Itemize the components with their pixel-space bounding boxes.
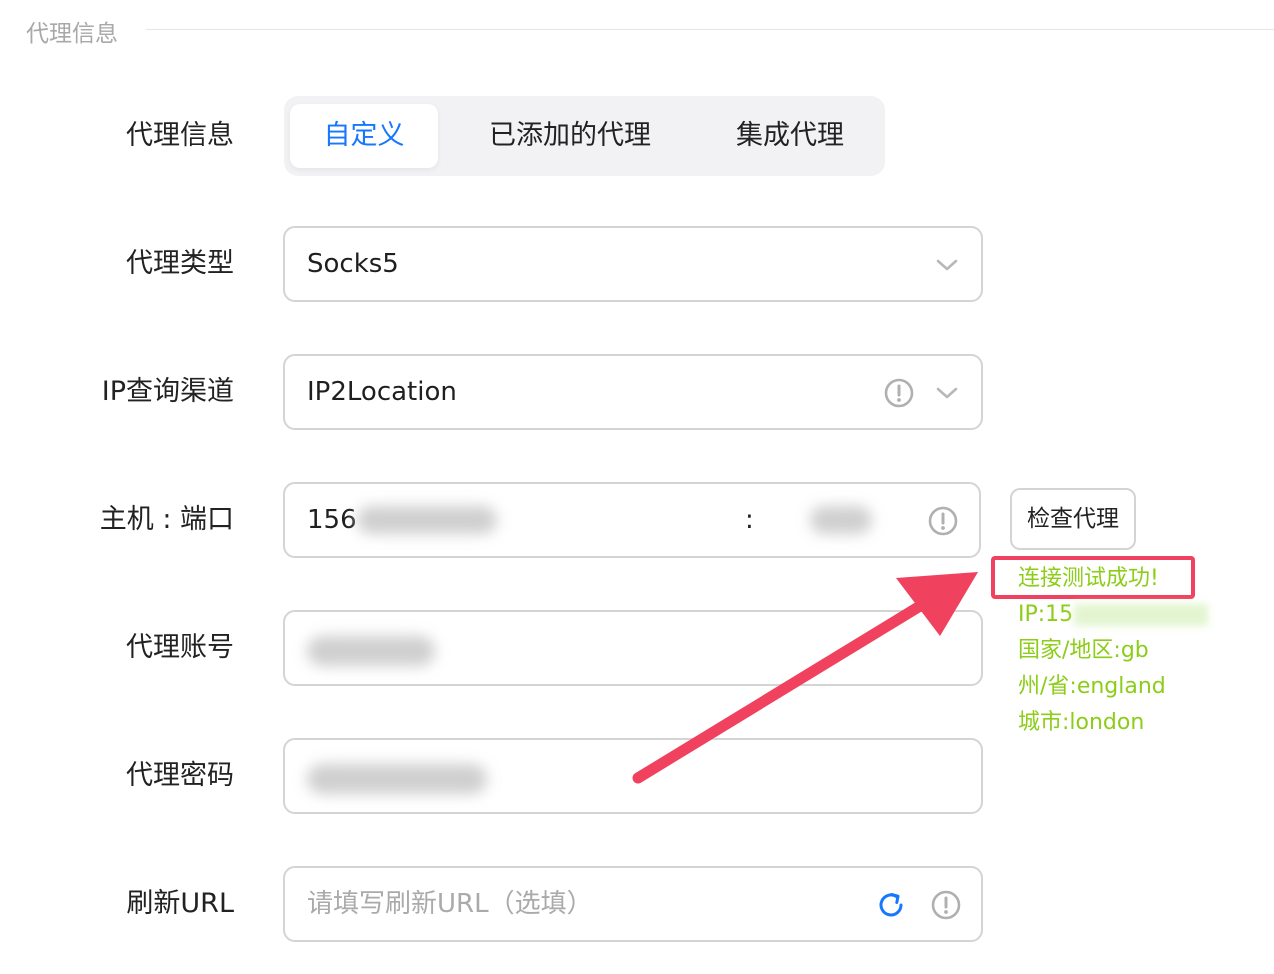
redacted-host [357,506,497,534]
proxy-account-input[interactable] [283,610,983,686]
account-label: 代理账号 [126,632,234,663]
chevron-down-icon [936,387,958,399]
refresh-url-input[interactable]: 请填写刷新URL（选填） [283,866,983,942]
port-separator: : [745,505,754,535]
redacted-account [307,636,435,666]
host-value: 156 [307,505,357,535]
proxy-type-label: 代理类型 [126,248,234,279]
result-country: 国家/地区:gb [1018,638,1149,663]
password-label: 代理密码 [126,760,234,791]
proxy-type-select[interactable]: Socks5 [283,226,983,302]
proxy-password-input[interactable] [283,738,983,814]
result-ip: IP:15 [1018,602,1074,627]
proxy-info-label: 代理信息 [126,120,234,151]
proxy-source-tabs: 自定义 已添加的代理 集成代理 [284,96,885,176]
proxy-type-value: Socks5 [307,249,399,279]
info-icon[interactable] [927,505,959,537]
redacted-ip [1074,604,1208,626]
section-divider [146,29,1274,30]
refresh-url-placeholder: 请填写刷新URL（选填） [307,889,593,919]
result-city: 城市:london [1018,710,1145,735]
refresh-url-label: 刷新URL [126,888,234,919]
tab-custom[interactable]: 自定义 [290,104,438,168]
ip-channel-value: IP2Location [307,377,457,407]
chevron-down-icon [936,259,958,271]
redacted-port [810,506,872,534]
highlight-box [991,556,1195,599]
ip-channel-label: IP查询渠道 [101,376,234,407]
tab-integrated-proxy[interactable]: 集成代理 [720,104,860,168]
host-port-label: 主机 : 端口 [99,504,234,535]
check-proxy-button[interactable]: 检查代理 [1010,488,1136,550]
info-icon[interactable] [930,889,962,921]
info-icon[interactable] [883,377,915,409]
redacted-password [307,764,487,794]
tab-added-proxies[interactable]: 已添加的代理 [470,104,670,168]
section-title: 代理信息 [26,21,118,47]
refresh-icon[interactable] [875,889,907,921]
result-state: 州/省:england [1018,674,1166,699]
host-port-input[interactable]: 156 : [283,482,981,558]
ip-channel-select[interactable]: IP2Location [283,354,983,430]
